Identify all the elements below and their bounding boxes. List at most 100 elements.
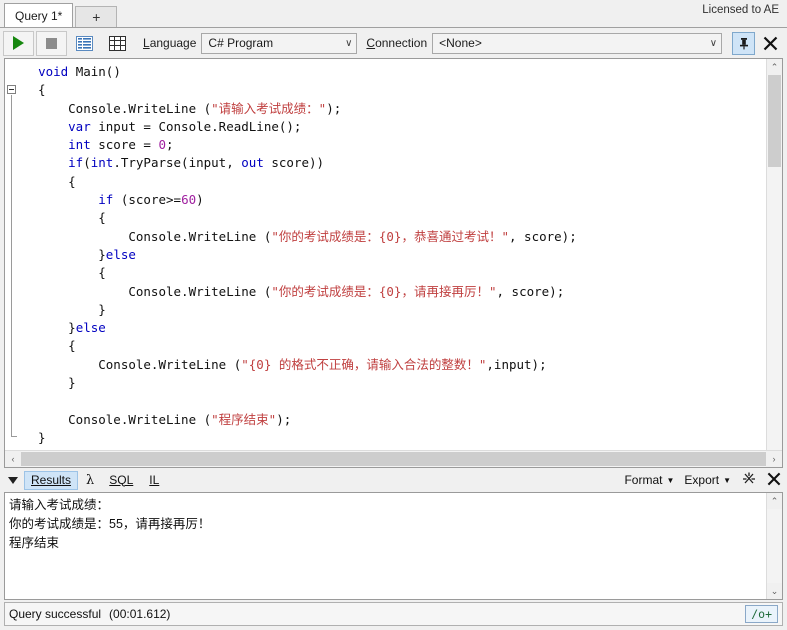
- status-right-group: /o+: [745, 605, 778, 623]
- code-token: Console.WriteLine (: [23, 356, 242, 372]
- results-view-icon: [76, 35, 93, 51]
- toolbar-right-group: [732, 31, 785, 55]
- chevron-down-icon: ▼: [723, 475, 731, 485]
- results-vertical-scrollbar[interactable]: ⌃ ⌄: [766, 493, 782, 599]
- results-header-actions: Format ▼ Export ▼: [624, 471, 781, 490]
- sparkle-icon: [743, 472, 755, 483]
- close-results-button[interactable]: [767, 472, 781, 489]
- tab-results[interactable]: Results: [24, 470, 79, 490]
- table-grid-button[interactable]: [102, 31, 133, 56]
- stop-button[interactable]: [36, 30, 67, 56]
- code-line: if (score>=60): [23, 191, 766, 209]
- tab-lambda[interactable]: λ: [80, 471, 100, 490]
- code-token: {: [23, 173, 76, 189]
- close-query-button[interactable]: [759, 32, 781, 54]
- format-menu-button[interactable]: Format ▼: [624, 473, 674, 487]
- status-elapsed: (00:01.612): [109, 607, 171, 621]
- code-token: Console.WriteLine (: [23, 411, 212, 427]
- tab-sql[interactable]: SQL: [102, 471, 140, 490]
- code-line: {: [23, 173, 766, 191]
- tab-il[interactable]: IL: [142, 471, 166, 490]
- connection-label: Connection: [366, 36, 428, 50]
- editor-vscroll-thumb[interactable]: [768, 75, 781, 167]
- code-token: 0: [158, 137, 166, 153]
- code-line: }else: [23, 246, 766, 264]
- code-line: {: [23, 81, 766, 99]
- code-token: "{0} 的格式不正确，请输入合法的整数！": [241, 356, 487, 372]
- format-label: Format: [624, 473, 663, 487]
- connection-dropdown[interactable]: <None> ∨: [432, 32, 723, 54]
- chevron-down-icon: ▼: [666, 475, 675, 485]
- table-grid-icon: [109, 35, 126, 51]
- connection-value: <None>: [439, 36, 482, 50]
- code-line: if(int.TryParse(input, out score)): [23, 154, 766, 172]
- code-line: Console.WriteLine ("请输入考试成绩：");: [23, 100, 766, 118]
- clear-results-button[interactable]: [741, 471, 757, 490]
- linqpad-window: Query 1* + Licensed to AE Language C# Pr…: [0, 0, 787, 630]
- editor-horizontal-scrollbar[interactable]: ‹ ›: [5, 450, 782, 467]
- code-token: out: [241, 155, 264, 171]
- fold-collapse-icon[interactable]: [7, 85, 16, 94]
- code-token: "请输入考试成绩：": [211, 100, 327, 116]
- code-token: }: [23, 246, 106, 262]
- results-header: Results λ SQL IL Format ▼ Export ▼: [0, 468, 787, 492]
- editor-gutter[interactable]: [5, 59, 20, 450]
- scroll-up-icon[interactable]: ⌃: [767, 493, 782, 509]
- editor-vscroll-track[interactable]: [767, 75, 782, 450]
- code-token: var: [68, 118, 91, 134]
- code-editor[interactable]: void Main() { Console.WriteLine ("请输入考试成…: [4, 58, 783, 468]
- results-vscroll-track[interactable]: [767, 509, 782, 583]
- scroll-left-icon[interactable]: ‹: [5, 451, 21, 467]
- code-token: .TryParse(input,: [113, 155, 242, 171]
- export-menu-button[interactable]: Export ▼: [684, 473, 731, 487]
- code-token: 60: [181, 192, 197, 208]
- code-line: {: [23, 264, 766, 282]
- tab-strip: Query 1* + Licensed to AE: [0, 0, 787, 27]
- code-token: Console.WriteLine (: [23, 283, 272, 299]
- code-token: if: [68, 155, 84, 171]
- code-text[interactable]: void Main() { Console.WriteLine ("请输入考试成…: [20, 59, 766, 450]
- code-token: "程序结束": [211, 411, 277, 427]
- results-view-button[interactable]: [69, 31, 100, 56]
- code-token: {: [23, 265, 106, 281]
- pin-button[interactable]: [732, 31, 755, 55]
- code-token: Main(): [68, 64, 121, 79]
- results-panel[interactable]: 请输入考试成绩： 你的考试成绩是：55，请再接再厉！ 程序结束 ⌃ ⌄: [4, 492, 783, 600]
- new-tab-button[interactable]: +: [75, 6, 118, 27]
- scroll-up-icon[interactable]: ⌃: [767, 59, 782, 75]
- triangle-down-icon: [8, 476, 18, 484]
- editor-vertical-scrollbar[interactable]: ⌃: [766, 59, 782, 450]
- code-token: (score>=: [113, 192, 182, 208]
- code-token: {: [23, 338, 76, 354]
- code-token: score)): [263, 155, 325, 171]
- export-label: Export: [684, 473, 720, 487]
- tab-query-1[interactable]: Query 1*: [4, 3, 74, 27]
- code-token: int: [90, 155, 114, 171]
- scroll-right-icon[interactable]: ›: [766, 451, 782, 467]
- editor-hscroll-track[interactable]: [21, 451, 766, 467]
- language-dropdown[interactable]: C# Program ∨: [201, 32, 358, 54]
- scroll-down-icon[interactable]: ⌄: [767, 583, 782, 599]
- code-token: {: [23, 82, 46, 98]
- run-button[interactable]: [3, 30, 34, 56]
- connection-label-rest: onnection: [375, 36, 428, 50]
- code-token: );: [276, 411, 292, 427]
- code-token: if: [98, 192, 114, 208]
- collapse-results-button[interactable]: [4, 476, 22, 484]
- code-token: }: [23, 429, 46, 445]
- tab-results-label: Results: [31, 472, 72, 487]
- close-icon: [763, 36, 777, 50]
- results-line: 请输入考试成绩：: [9, 498, 110, 512]
- code-line: }: [23, 374, 766, 392]
- optimization-badge[interactable]: /o+: [745, 605, 778, 623]
- code-token: Console.WriteLine (: [23, 228, 272, 244]
- editor-hscroll-thumb[interactable]: [21, 452, 766, 466]
- code-line: Console.WriteLine ("{0} 的格式不正确，请输入合法的整数！…: [23, 356, 766, 374]
- code-token: {: [23, 210, 106, 226]
- code-line: Console.WriteLine ("你的考试成绩是：{0}，请再接再厉！",…: [23, 283, 766, 301]
